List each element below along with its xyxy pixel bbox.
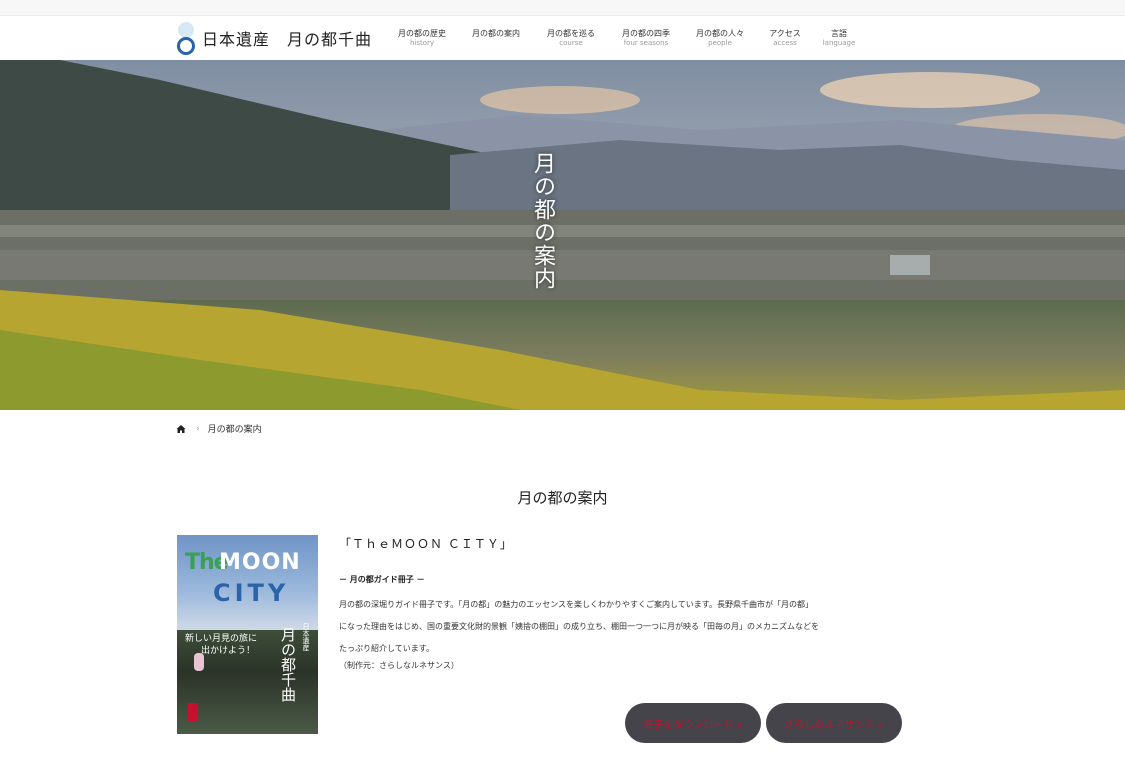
nav-item-people[interactable]: 月の都の人々 people	[686, 28, 754, 48]
main-nav: 月の都の歴史 history 月の都の案内 月の都を巡る course 月の都の…	[388, 28, 862, 48]
site-logo-text: 日本遺産 月の都千曲	[202, 30, 373, 49]
cover-city: CITY	[213, 579, 290, 607]
nav-label: 月の都の人々	[696, 29, 744, 38]
nav-item-history[interactable]: 月の都の歴史 history	[388, 28, 456, 48]
nav-sublabel: history	[409, 39, 435, 47]
guide-booklet-cover[interactable]: The MOON CITY 新しい月見の旅に 出かけよう！ 月の都千曲 日本遺産	[177, 535, 318, 734]
nav-item-access[interactable]: アクセス access	[754, 28, 816, 48]
nav-label: 月の都の四季	[622, 29, 670, 38]
site-logo[interactable]: 日本遺産 月の都千曲	[176, 22, 373, 55]
nav-sublabel: people	[708, 39, 732, 47]
cover-tagline-1: 新しい月見の旅に	[185, 634, 258, 644]
nav-sublabel: access	[773, 39, 797, 47]
nav-item-guide[interactable]: 月の都の案内	[456, 28, 536, 48]
breadcrumb-current: 月の都の案内	[207, 425, 262, 435]
breadcrumb: › 月の都の案内	[176, 422, 262, 435]
article-body: 月の都の深堀りガイド冊子です。「月の都」の魅力のエッセンスを楽しくわかりやすくご…	[339, 594, 909, 660]
article-line: たっぷり紹介しています。	[339, 644, 434, 653]
home-icon[interactable]	[176, 424, 186, 434]
download-booklet-button[interactable]: 冊子をダウンロード »	[625, 703, 761, 743]
article-content: 「ＴｈｅＭＯＯＮ ＣＩＴＹ」 － 月の都ガイド冊子 － 月の都の深堀りガイド冊子…	[339, 535, 909, 671]
nav-label: 月の都の歴史	[398, 29, 446, 38]
article-line: になった理由をはじめ、国の重要文化財的景観「姨捨の棚田」の成り立ち、棚田一つ一つ…	[339, 622, 819, 631]
cover-moon: MOON	[219, 550, 301, 575]
moon-logo-icon	[176, 22, 196, 55]
page-title: 月の都の案内	[517, 489, 608, 507]
article-line: 月の都の深堀りガイド冊子です。「月の都」の魅力のエッセンスを楽しくわかりやすくご…	[339, 600, 813, 609]
article-publisher: （制作元：さらしなルネサンス）	[339, 661, 459, 670]
site-header: 日本遺産 月の都千曲 月の都の歴史 history 月の都の案内 月の都を巡る …	[0, 16, 1125, 60]
article-subtitle: 「ＴｈｅＭＯＯＮ ＣＩＴＹ」	[339, 537, 513, 551]
cover-seal-icon	[188, 703, 198, 721]
nav-item-course[interactable]: 月の都を巡る course	[536, 28, 606, 48]
sarashina-renaissance-button[interactable]: さらしなルネサンス »	[766, 703, 902, 743]
nav-label: 月の都の案内	[472, 29, 520, 38]
top-strip	[0, 0, 1125, 16]
guide-title: － 月の都ガイド冊子 －	[339, 575, 425, 584]
nav-label: 言語	[831, 29, 847, 38]
landscape-photo	[0, 60, 1125, 410]
nav-sublabel: course	[559, 39, 583, 47]
cover-vertical-name: 月の都千曲	[279, 627, 297, 702]
nav-sublabel: four seasons	[623, 39, 669, 47]
nav-item-seasons[interactable]: 月の都の四季 four seasons	[606, 28, 686, 48]
breadcrumb-separator: ›	[196, 423, 200, 434]
cover-vertical-sub: 日本遺産	[302, 623, 310, 651]
hero-title: 月の都の案内	[530, 152, 555, 290]
nav-item-language[interactable]: 言語 language	[816, 28, 862, 48]
hero-banner: 月の都の案内	[0, 60, 1125, 410]
nav-sublabel: language	[822, 39, 856, 47]
cover-character-icon	[194, 653, 204, 671]
nav-label: 月の都を巡る	[547, 29, 595, 38]
nav-label: アクセス	[769, 29, 801, 38]
